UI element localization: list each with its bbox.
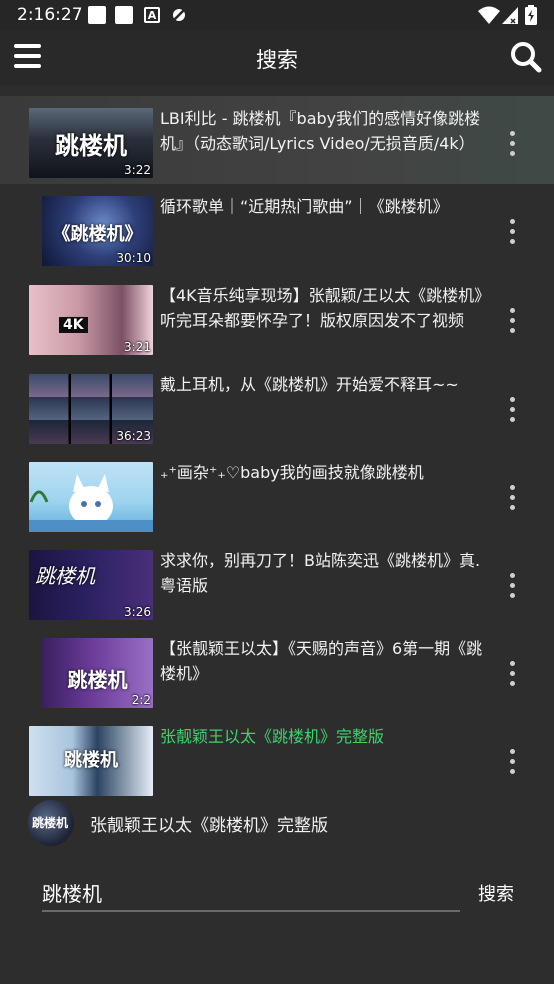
thumbnail-text: 跳楼机 [55, 132, 127, 160]
video-duration: 3:26 [124, 605, 151, 619]
more-options-icon[interactable] [508, 219, 516, 245]
thumbnail-text: 4K [59, 317, 88, 333]
video-title: ₊⁺画杂⁺₊♡baby我的画技就像跳楼机 [160, 463, 424, 482]
video-duration: 36:23 [116, 429, 151, 443]
video-title: 【4K音乐纯享现场】张靓颖/王以太《跳楼机》听完耳朵都要怀孕了！版权原因发不了视… [160, 286, 483, 330]
video-thumbnail: 跳楼机 3:22 [29, 108, 153, 178]
app-bar: 搜索 [0, 30, 554, 86]
status-bar: 2:16:27 A [0, 0, 554, 30]
more-options-icon[interactable] [508, 661, 516, 687]
thumbnail-text: 跳楼机 [64, 750, 118, 771]
more-options-icon[interactable] [508, 573, 516, 599]
video-title: 张靓颖王以太《跳楼机》完整版 [160, 727, 385, 746]
suggestion-avatar: 跳楼机 [28, 800, 74, 846]
more-options-icon[interactable] [508, 485, 516, 511]
wifi-icon [478, 6, 500, 24]
video-duration: 3:22 [124, 163, 151, 177]
notification-square-icon [88, 6, 106, 24]
video-duration: 2:2 [131, 693, 151, 707]
signal-icon [502, 7, 518, 24]
search-button[interactable]: 搜索 [478, 880, 514, 906]
notification-square-icon [115, 6, 133, 24]
search-suggestion-item[interactable]: 跳楼机 张靓颖王以太《跳楼机》完整版 [0, 796, 554, 852]
list-item[interactable]: 跳楼机 2:2 【张靓颖王以太】《天赐的声音》6第一期《跳楼机》 [0, 626, 554, 714]
cartoon-cat-illustration [29, 474, 153, 532]
search-bar: 搜索 [0, 864, 554, 924]
thumbnail-text: 《跳楼机》 [52, 224, 143, 245]
video-thumbnail: 跳楼机 3:26 [29, 550, 153, 620]
page-title: 搜索 [256, 48, 298, 72]
a-badge-icon: A [144, 7, 160, 23]
video-thumbnail: 36:23 [29, 374, 153, 444]
video-title: 戴上耳机，从《跳楼机》开始爱不释耳~~ [160, 375, 459, 394]
list-item[interactable]: 跳楼机 张靓颖王以太《跳楼机》完整版 [0, 714, 554, 802]
list-item[interactable]: 跳楼机 3:22 LBI利比 - 跳楼机『baby我们的感情好像跳楼机』（动态歌… [0, 96, 554, 184]
video-thumbnail [29, 462, 153, 532]
video-thumbnail: 跳楼机 [29, 726, 153, 796]
more-options-icon[interactable] [508, 397, 516, 423]
video-title: 循环歌单｜“近期热门歌曲”｜《跳楼机》 [160, 197, 449, 216]
video-title: 【张靓颖王以太】《天赐的声音》6第一期《跳楼机》 [160, 639, 483, 683]
video-title: LBI利比 - 跳楼机『baby我们的感情好像跳楼机』（动态歌词/Lyrics … [160, 109, 481, 153]
more-options-icon[interactable] [508, 749, 516, 775]
list-item[interactable]: 跳楼机 3:26 求求你，别再刀了！B站陈奕迅《跳楼机》真.粤语版 [0, 538, 554, 626]
video-title: 求求你，别再刀了！B站陈奕迅《跳楼机》真.粤语版 [160, 551, 481, 595]
battery-icon [525, 5, 537, 25]
thumbnail-text: 跳楼机 [67, 668, 128, 692]
search-icon[interactable] [510, 41, 542, 73]
avatar-text: 跳楼机 [32, 816, 69, 830]
list-item[interactable]: ₊⁺画杂⁺₊♡baby我的画技就像跳楼机 [0, 450, 554, 538]
status-time: 2:16:27 [17, 5, 83, 25]
list-item[interactable]: 4K 3:21 【4K音乐纯享现场】张靓颖/王以太《跳楼机》听完耳朵都要怀孕了！… [0, 273, 554, 361]
video-thumbnail: 跳楼机 2:2 [42, 638, 153, 708]
video-duration: 3:21 [124, 340, 151, 354]
more-options-icon[interactable] [508, 308, 516, 334]
suggestion-label: 张靓颖王以太《跳楼机》完整版 [90, 816, 328, 836]
more-options-icon[interactable] [508, 131, 516, 157]
list-item[interactable]: 《跳楼机》 30:10 循环歌单｜“近期热门歌曲”｜《跳楼机》 [0, 184, 554, 272]
video-duration: 30:10 [116, 251, 151, 265]
thumbnail-text: 跳楼机 [35, 564, 95, 588]
search-input[interactable] [42, 874, 460, 912]
video-thumbnail: 《跳楼机》 30:10 [42, 196, 153, 266]
list-item[interactable]: 36:23 戴上耳机，从《跳楼机》开始爱不释耳~~ [0, 362, 554, 450]
cast-off-icon [171, 7, 187, 23]
video-thumbnail: 4K 3:21 [29, 285, 153, 355]
